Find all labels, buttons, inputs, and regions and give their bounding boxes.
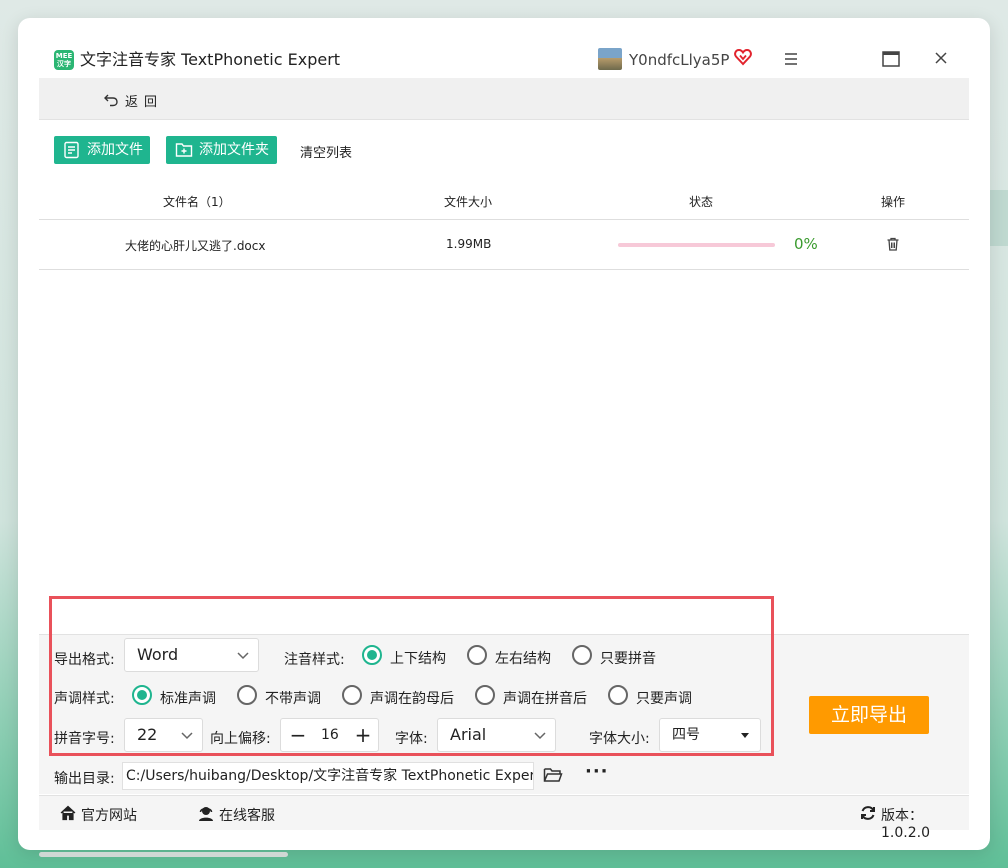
menu-icon[interactable] [780, 49, 802, 69]
progress-bar [618, 243, 775, 247]
table-row[interactable]: 大佬的心肝儿又逃了.docx 1.99MB 0% [39, 220, 969, 270]
progress-percent: 0% [794, 235, 818, 253]
open-folder-icon[interactable] [543, 766, 563, 784]
official-website-label: 官方网站 [81, 808, 137, 824]
support-headset-icon [199, 807, 213, 821]
highlight-box [49, 596, 774, 756]
add-folder-label: 添加文件夹 [199, 142, 269, 158]
table-header: 文件名（1） 文件大小 状态 操作 [39, 183, 969, 220]
add-folder-button[interactable]: 添加文件夹 [166, 136, 277, 164]
close-icon[interactable] [930, 49, 952, 69]
header-status: 状态 [689, 195, 714, 209]
version-label: 版本：1.0.2.0 [881, 808, 930, 841]
more-options-icon[interactable]: ··· [585, 763, 609, 781]
horizontal-scrollbar[interactable] [39, 852, 288, 857]
clear-list-button[interactable]: 清空列表 [300, 142, 352, 161]
official-website-link[interactable]: 官方网站 [60, 805, 137, 825]
app-logo-icon: MEE 汉字 [54, 50, 74, 70]
add-file-button[interactable]: 添加文件 [54, 136, 150, 164]
row-filename: 大佬的心肝儿又逃了.docx [125, 239, 266, 253]
avatar[interactable] [598, 48, 622, 70]
version-info[interactable]: 版本：1.0.2.0 [861, 805, 969, 841]
app-window: MEE 汉字 文字注音专家 TextPhonetic Expert Y0ndfc… [18, 18, 990, 850]
delete-trash-icon[interactable] [885, 236, 901, 252]
add-file-icon [64, 141, 79, 159]
background-band [988, 190, 1008, 246]
header-filename: 文件名（1） [163, 195, 231, 209]
maximize-icon[interactable] [880, 49, 902, 69]
refresh-icon [861, 806, 875, 820]
header-action: 操作 [881, 195, 906, 209]
vip-heart-icon[interactable] [734, 48, 752, 66]
add-file-label: 添加文件 [87, 142, 143, 158]
output-dir-label: 输出目录: [54, 771, 115, 787]
add-folder-icon [175, 143, 193, 157]
header-size: 文件大小 [444, 195, 493, 209]
back-arrow-icon[interactable] [103, 92, 119, 108]
back-bar: 返回 [39, 78, 969, 120]
app-title: 文字注音专家 TextPhonetic Expert [80, 50, 341, 69]
export-now-button[interactable]: 立即导出 [809, 696, 929, 734]
output-dir-field[interactable]: C:/Users/huibang/Desktop/文字注音专家 TextPhon… [122, 762, 534, 790]
footer-bar: 官方网站 在线客服 版本：1.0.2.0 [39, 795, 969, 841]
back-button[interactable]: 返回 [125, 91, 163, 110]
title-bar: MEE 汉字 文字注音专家 TextPhonetic Expert Y0ndfc… [18, 18, 990, 78]
username[interactable]: Y0ndfcLlya5P [629, 50, 729, 70]
online-support-label: 在线客服 [219, 808, 275, 824]
home-icon [60, 805, 76, 821]
online-support-link[interactable]: 在线客服 [199, 805, 275, 825]
row-size: 1.99MB [446, 237, 492, 251]
